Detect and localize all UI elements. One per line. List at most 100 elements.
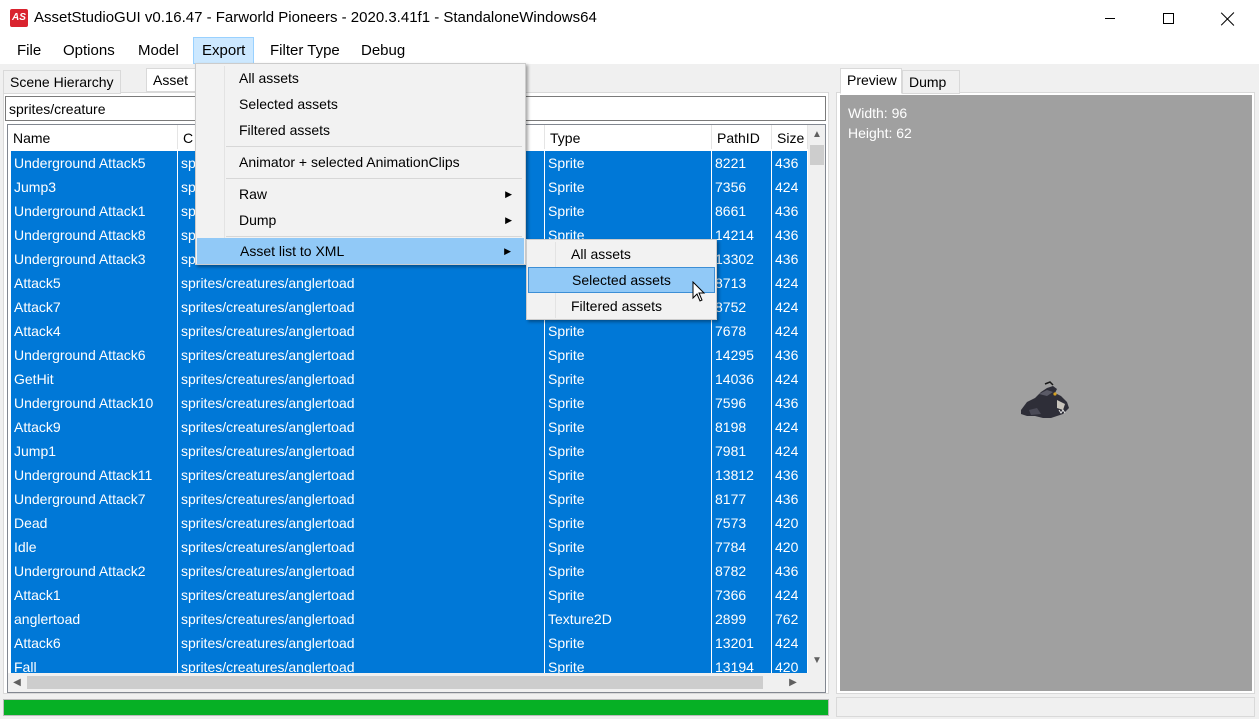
scroll-right-icon[interactable]: ▶ [784,673,802,691]
cell-pathid: 8177 [712,487,772,511]
column-header-size[interactable]: Size [772,125,808,149]
tab-dump[interactable]: Dump [902,70,960,94]
table-row[interactable]: anglertoad sprites/creatures/anglertoad Te… [11,607,807,631]
cell-pathid: 14036 [712,367,772,391]
xml-filtered-assets[interactable]: Filtered assets [528,293,715,319]
vertical-scroll-thumb[interactable] [810,145,824,165]
cell-pathid: 7366 [712,583,772,607]
cell-container: sprites/creatures/anglertoad [178,583,545,607]
cell-container: sprites/creatures/anglertoad [178,631,545,655]
cell-pathid: 8661 [712,199,772,223]
table-row[interactable]: Jump1 sprites/creatures/anglertoad Sprite 7… [11,439,807,463]
cell-size: 436 [775,395,799,411]
table-row[interactable]: GetHit sprites/creatures/anglertoad Sprite… [11,367,807,391]
cell-pathid: 8198 [712,415,772,439]
table-row[interactable]: Underground Attack6 sprites/creatures/ang… [11,343,807,367]
export-selected-assets[interactable]: Selected assets [197,91,524,117]
close-button[interactable] [1199,0,1257,37]
cell-size: 436 [775,467,799,483]
export-dump[interactable]: Dump ▶ [197,207,524,233]
table-row[interactable]: Attack4 sprites/creatures/anglertoad Sprit… [11,319,807,343]
table-row[interactable]: Idle sprites/creatures/anglertoad Sprite 77… [11,535,807,559]
menu-filter-type[interactable]: Filter Type [262,37,348,64]
cell-size: 436 [775,251,799,267]
cell-size: 424 [775,299,799,315]
cell-size: 420 [775,539,799,555]
menu-options[interactable]: Options [55,37,123,64]
menu-debug[interactable]: Debug [353,37,413,64]
cell-size: 424 [775,443,799,459]
cell-container: sprites/creatures/anglertoad [178,271,545,295]
export-dump-label: Dump [239,212,277,228]
export-asset-list-xml[interactable]: Asset list to XML ▶ [197,238,524,264]
table-row[interactable]: Underground Attack2 sprites/creatures/ang… [11,559,807,583]
cell-name: Attack4 [11,319,178,343]
cell-size: 424 [775,275,799,291]
cell-container: sprites/creatures/anglertoad [178,439,545,463]
cell-pathid: 7596 [712,391,772,415]
xml-all-assets[interactable]: All assets [528,241,715,267]
tab-preview[interactable]: Preview [840,68,902,94]
export-filtered-assets[interactable]: Filtered assets [197,117,524,143]
tab-asset-list[interactable]: Asset [146,68,198,92]
horizontal-scrollbar[interactable]: ◀ ▶ [8,673,808,692]
cell-type: Sprite [545,151,712,175]
xml-submenu: All assets Selected assets Filtered asse… [526,239,717,320]
cell-type: Sprite [545,391,712,415]
cell-size: 424 [775,635,799,651]
tab-scene-hierarchy[interactable]: Scene Hierarchy [3,70,121,94]
table-row[interactable]: Attack9 sprites/creatures/anglertoad Sprit… [11,415,807,439]
cell-size: 424 [775,323,799,339]
table-row[interactable]: Underground Attack10 sprites/creatures/an… [11,391,807,415]
cell-size: 424 [775,179,799,195]
cell-pathid: 7573 [712,511,772,535]
cell-container: sprites/creatures/anglertoad [178,559,545,583]
minimize-button[interactable] [1081,0,1139,37]
table-row[interactable]: Attack6 sprites/creatures/anglertoad Sprit… [11,631,807,655]
menu-file[interactable]: File [9,37,49,64]
cell-name: Idle [11,535,178,559]
cell-name: Underground Attack5 [11,151,178,175]
sprite-preview-image [1021,381,1069,418]
maximize-button[interactable] [1139,0,1197,37]
cell-pathid: 8782 [712,559,772,583]
cell-name: anglertoad [11,607,178,631]
cell-name: GetHit [11,367,178,391]
cell-size: 436 [775,347,799,363]
export-raw[interactable]: Raw ▶ [197,181,524,207]
scroll-up-icon[interactable]: ▲ [808,125,825,143]
export-animator[interactable]: Animator + selected AnimationClips [197,149,524,175]
scroll-down-icon[interactable]: ▼ [808,651,825,669]
table-row[interactable]: Attack1 sprites/creatures/anglertoad Sprit… [11,583,807,607]
table-row[interactable]: Underground Attack11 sprites/creatures/an… [11,463,807,487]
column-header-name[interactable]: Name [8,125,178,149]
menu-export[interactable]: Export [193,37,255,64]
cell-pathid: 8752 [712,295,772,319]
export-all-assets[interactable]: All assets [197,65,524,91]
progress-bar [3,699,829,716]
cell-pathid: 7784 [712,535,772,559]
cell-pathid: 13302 [712,247,772,271]
cell-container: sprites/creatures/anglertoad [178,607,545,631]
cell-type: Sprite [545,199,712,223]
cell-pathid: 8713 [712,271,772,295]
horizontal-scroll-thumb[interactable] [27,676,763,689]
cell-type: Sprite [545,631,712,655]
cell-pathid: 8221 [712,151,772,175]
cell-name: Underground Attack7 [11,487,178,511]
cell-type: Sprite [545,487,712,511]
cell-name: Attack1 [11,583,178,607]
column-header-type[interactable]: Type [545,125,712,149]
scroll-left-icon[interactable]: ◀ [8,673,26,691]
vertical-scrollbar[interactable]: ▲ ▼ [808,125,825,673]
column-header-pathid[interactable]: PathID [712,125,772,149]
cell-container: sprites/creatures/anglertoad [178,487,545,511]
table-row[interactable]: Underground Attack7 sprites/creatures/ang… [11,487,807,511]
cell-name: Jump3 [11,175,178,199]
menu-model[interactable]: Model [130,37,187,64]
submenu-arrow-icon: ▶ [505,215,512,225]
table-row[interactable]: Dead sprites/creatures/anglertoad Sprite 75… [11,511,807,535]
xml-selected-assets[interactable]: Selected assets [528,267,715,293]
cell-size: 436 [775,203,799,219]
cell-size: 436 [775,155,799,171]
